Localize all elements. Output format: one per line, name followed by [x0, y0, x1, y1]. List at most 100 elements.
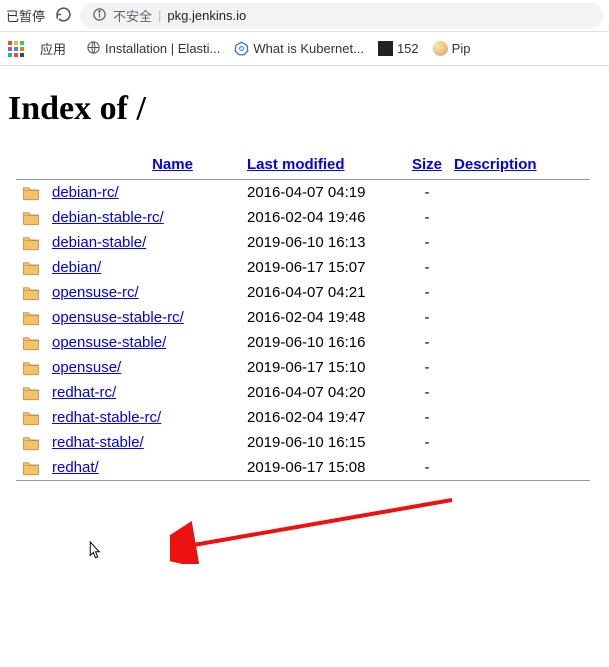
description-cell	[448, 205, 590, 230]
table-row: opensuse-stable/2019-06-10 16:16-	[16, 330, 590, 355]
sort-name[interactable]: Name	[152, 156, 193, 173]
bookmarks-bar: 应用 Installation | Elasti... What is Kube…	[0, 32, 609, 66]
directory-link[interactable]: opensuse/	[52, 359, 121, 376]
table-row: redhat-stable/2019-06-10 16:15-	[16, 430, 590, 455]
bookmark-elastic[interactable]: Installation | Elasti...	[86, 40, 220, 58]
table-row: opensuse-stable-rc/2016-02-04 19:48-	[16, 305, 590, 330]
description-cell	[448, 430, 590, 455]
url-text: pkg.jenkins.io	[167, 8, 246, 23]
directory-link[interactable]: redhat/	[52, 459, 99, 476]
description-cell	[448, 255, 590, 280]
description-cell	[448, 380, 590, 405]
sort-description[interactable]: Description	[454, 156, 537, 173]
description-cell	[448, 180, 590, 205]
bookmark-pip[interactable]: Pip	[433, 41, 471, 56]
separator: |	[158, 8, 161, 23]
header-row: Name Last modified Size Description	[16, 152, 590, 179]
folder-icon	[22, 410, 40, 426]
description-cell	[448, 280, 590, 305]
table-row: redhat-rc/2016-04-07 04:20-	[16, 380, 590, 405]
tab-status: 已暂停	[6, 6, 45, 25]
directory-link[interactable]: opensuse-stable-rc/	[52, 309, 184, 326]
size-cell: -	[406, 255, 448, 280]
table-row: redhat/2019-06-17 15:08-	[16, 455, 590, 480]
directory-link[interactable]: debian-stable-rc/	[52, 209, 164, 226]
last-modified-cell: 2019-06-10 16:13	[241, 230, 406, 255]
folder-icon	[22, 435, 40, 451]
sort-size[interactable]: Size	[412, 156, 442, 173]
folder-icon	[22, 260, 40, 276]
info-icon	[92, 7, 107, 25]
directory-link[interactable]: opensuse-rc/	[52, 284, 139, 301]
description-cell	[448, 405, 590, 430]
folder-icon	[22, 285, 40, 301]
last-modified-cell: 2016-04-07 04:19	[241, 180, 406, 205]
directory-link[interactable]: redhat-stable-rc/	[52, 409, 161, 426]
directory-link[interactable]: debian-rc/	[52, 184, 119, 201]
size-cell: -	[406, 430, 448, 455]
last-modified-cell: 2016-04-07 04:21	[241, 280, 406, 305]
size-cell: -	[406, 180, 448, 205]
kubernetes-icon	[234, 41, 249, 56]
directory-link[interactable]: opensuse-stable/	[52, 334, 166, 351]
reload-icon[interactable]	[55, 6, 72, 26]
table-row: debian-stable/2019-06-10 16:13-	[16, 230, 590, 255]
directory-link[interactable]: debian-stable/	[52, 234, 146, 251]
last-modified-cell: 2016-02-04 19:46	[241, 205, 406, 230]
apps-label[interactable]: 应用	[40, 39, 66, 58]
security-label: 不安全	[113, 6, 152, 25]
size-cell: -	[406, 330, 448, 355]
bookmark-label: What is Kubernet...	[253, 41, 364, 56]
folder-icon	[22, 385, 40, 401]
size-cell: -	[406, 455, 448, 480]
size-cell: -	[406, 355, 448, 380]
directory-listing: Name Last modified Size Description debi…	[16, 152, 590, 481]
table-row: debian-stable-rc/2016-02-04 19:46-	[16, 205, 590, 230]
page-title: Index of /	[8, 90, 599, 128]
folder-icon	[22, 185, 40, 201]
address-bar[interactable]: 不安全 | pkg.jenkins.io	[80, 3, 603, 29]
description-cell	[448, 455, 590, 480]
size-cell: -	[406, 280, 448, 305]
last-modified-cell: 2016-02-04 19:48	[241, 305, 406, 330]
sort-last-modified[interactable]: Last modified	[247, 156, 345, 173]
last-modified-cell: 2019-06-17 15:08	[241, 455, 406, 480]
table-row: redhat-stable-rc/2016-02-04 19:47-	[16, 405, 590, 430]
browser-toolbar: 已暂停 不安全 | pkg.jenkins.io	[0, 0, 609, 32]
bookmark-label: Pip	[452, 41, 471, 56]
bookmark-label: Installation | Elasti...	[105, 41, 220, 56]
size-cell: -	[406, 230, 448, 255]
mouse-cursor-icon	[85, 540, 103, 565]
last-modified-cell: 2019-06-10 16:16	[241, 330, 406, 355]
last-modified-cell: 2019-06-10 16:15	[241, 430, 406, 455]
bookmark-label: 152	[397, 41, 419, 56]
bookmark-152[interactable]: 152	[378, 41, 419, 56]
last-modified-cell: 2019-06-17 15:07	[241, 255, 406, 280]
apps-icon[interactable]	[8, 41, 24, 57]
size-cell: -	[406, 305, 448, 330]
description-cell	[448, 230, 590, 255]
folder-icon	[22, 210, 40, 226]
folder-icon	[22, 335, 40, 351]
directory-link[interactable]: redhat-rc/	[52, 384, 116, 401]
directory-link[interactable]: debian/	[52, 259, 101, 276]
description-cell	[448, 305, 590, 330]
size-cell: -	[406, 405, 448, 430]
table-row: debian/2019-06-17 15:07-	[16, 255, 590, 280]
description-cell	[448, 355, 590, 380]
bookmark-kubernetes[interactable]: What is Kubernet...	[234, 41, 364, 56]
table-row: opensuse/2019-06-17 15:10-	[16, 355, 590, 380]
size-cell: -	[406, 205, 448, 230]
folder-icon	[22, 310, 40, 326]
page-content: Index of / Name Last modified Size Descr…	[0, 66, 609, 501]
directory-link[interactable]: redhat-stable/	[52, 434, 144, 451]
last-modified-cell: 2016-04-07 04:20	[241, 380, 406, 405]
folder-icon	[22, 460, 40, 476]
folder-icon	[22, 360, 40, 376]
annotation-arrow	[170, 494, 460, 567]
avatar-icon	[433, 41, 448, 56]
globe-icon	[86, 40, 101, 58]
last-modified-cell: 2016-02-04 19:47	[241, 405, 406, 430]
folder-icon	[22, 235, 40, 251]
square-icon	[378, 41, 393, 56]
